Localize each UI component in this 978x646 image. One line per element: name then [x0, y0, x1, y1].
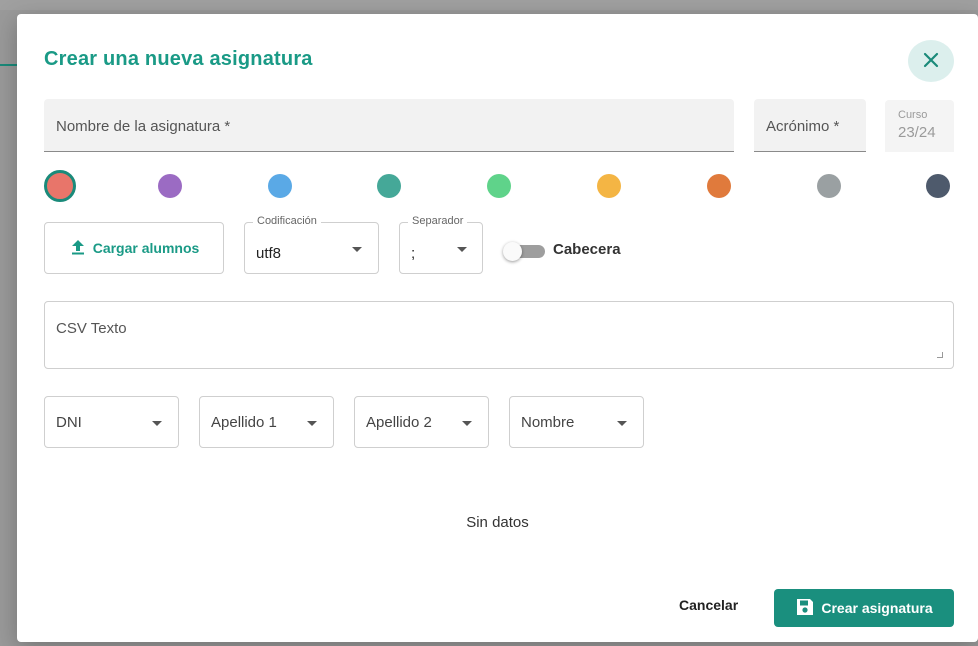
subject-name-label: Nombre de la asignatura * — [56, 118, 231, 135]
color-swatch-purple[interactable] — [158, 174, 182, 198]
create-subject-button[interactable]: Crear asignatura — [774, 589, 954, 627]
separator-select[interactable]: Separador ; — [399, 215, 483, 274]
csv-text-area[interactable]: CSV Texto — [44, 301, 954, 369]
close-icon — [923, 52, 939, 71]
create-subject-label: Crear asignatura — [821, 600, 933, 616]
empty-table-message: Sin datos — [466, 514, 529, 531]
encoding-select[interactable]: Codificación utf8 — [244, 215, 379, 274]
column-select-value: Apellido 1 — [211, 414, 277, 431]
course-label: Curso — [898, 109, 928, 121]
encoding-value: utf8 — [256, 245, 282, 262]
chevron-down-icon — [457, 247, 467, 252]
header-toggle[interactable] — [503, 242, 547, 261]
column-select-apellido2[interactable]: Apellido 2 — [354, 396, 489, 448]
column-select-nombre[interactable]: Nombre — [509, 396, 644, 448]
color-swatch-blue[interactable] — [268, 174, 292, 198]
color-swatch-yellow[interactable] — [597, 174, 621, 198]
column-select-value: Apellido 2 — [366, 414, 432, 431]
color-swatch-teal[interactable] — [377, 174, 401, 198]
upload-icon — [69, 238, 87, 259]
backdrop — [0, 0, 978, 10]
color-swatch-green[interactable] — [487, 174, 511, 198]
create-subject-dialog: Crear una nueva asignatura Nombre de la … — [17, 14, 978, 642]
upload-students-label: Cargar alumnos — [92, 240, 200, 256]
close-button[interactable] — [908, 40, 954, 82]
chevron-down-icon — [617, 421, 627, 426]
subject-name-field[interactable]: Nombre de la asignatura * — [44, 99, 734, 152]
backdrop-accent-line — [0, 64, 18, 66]
chevron-down-icon — [152, 421, 162, 426]
toggle-knob — [503, 242, 522, 261]
cancel-button[interactable]: Cancelar — [679, 597, 738, 613]
upload-students-button[interactable]: Cargar alumnos — [44, 222, 224, 274]
acronym-field[interactable]: Acrónimo * — [754, 99, 866, 152]
encoding-legend: Codificación — [253, 215, 321, 227]
column-select-apellido1[interactable]: Apellido 1 — [199, 396, 334, 448]
color-swatch-slate[interactable] — [926, 174, 950, 198]
acronym-label: Acrónimo * — [766, 118, 840, 135]
separator-legend: Separador — [408, 215, 468, 227]
resize-handle-icon[interactable] — [937, 352, 943, 358]
chevron-down-icon — [462, 421, 472, 426]
color-swatch-red[interactable] — [44, 170, 76, 202]
color-swatch-orange[interactable] — [707, 174, 731, 198]
column-select-value: Nombre — [521, 414, 575, 431]
column-select-value: DNI — [56, 414, 82, 431]
color-swatch-gray[interactable] — [817, 174, 841, 198]
dialog-title: Crear una nueva asignatura — [44, 48, 313, 70]
separator-value: ; — [411, 245, 416, 262]
chevron-down-icon — [307, 421, 317, 426]
column-select-dni[interactable]: DNI — [44, 396, 179, 448]
csv-text-label: CSV Texto — [56, 320, 127, 337]
course-field: Curso 23/24 — [885, 100, 954, 152]
course-value: 23/24 — [898, 124, 936, 141]
save-icon — [795, 597, 815, 620]
chevron-down-icon — [352, 247, 362, 252]
header-toggle-label: Cabecera — [553, 241, 621, 258]
